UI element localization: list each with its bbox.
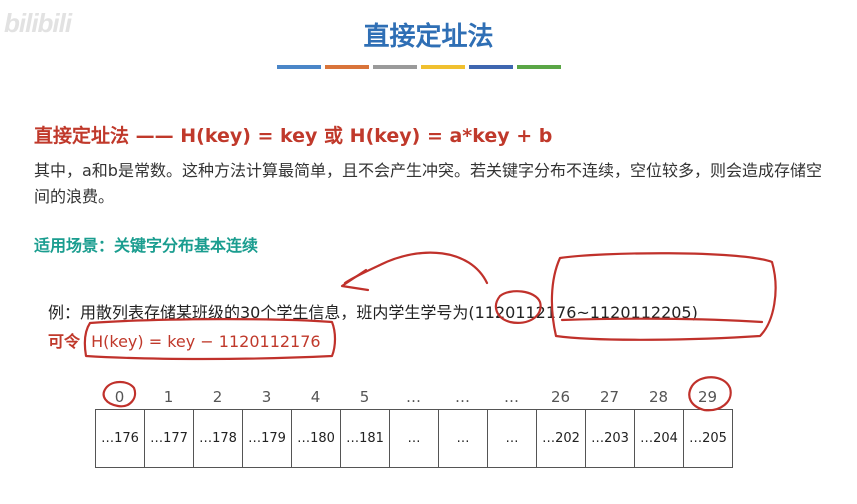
table-cell: …181 xyxy=(341,410,390,467)
table-index: … xyxy=(406,388,421,406)
range-bracket-annotation xyxy=(550,252,777,341)
table-index: 5 xyxy=(359,388,370,406)
method-formula: 直接定址法 —— H(key) = key 或 H(key) = a*key +… xyxy=(34,125,553,147)
table-index: 1 xyxy=(163,388,174,406)
usage-scenario: 适用场景：关键字分布基本连续 xyxy=(34,236,259,255)
divider-segment xyxy=(373,65,417,69)
color-divider xyxy=(277,65,561,69)
table-index: 28 xyxy=(648,388,669,406)
table-index: 27 xyxy=(599,388,620,406)
table-cell: …205 xyxy=(684,410,733,467)
table-index-row: 0 1 2 3 4 5 … … … 26 27 28 29 xyxy=(95,388,732,406)
divider-segment xyxy=(469,65,513,69)
table-cell: …204 xyxy=(635,410,684,467)
arrow-head-annotation xyxy=(340,268,370,292)
let-label: 可令 xyxy=(48,332,81,351)
table-cell: …203 xyxy=(586,410,635,467)
divider-segment xyxy=(421,65,465,69)
table-cell: … xyxy=(390,410,439,467)
arrow-curve-annotation xyxy=(343,251,489,285)
table-index: … xyxy=(504,388,519,406)
table-index: 2 xyxy=(212,388,223,406)
table-cell: …178 xyxy=(194,410,243,467)
method-description: 其中，a和b是常数。这种方法计算最简单，且不会产生冲突。若关键字分布不连续，空位… xyxy=(34,161,822,206)
table-cell: …177 xyxy=(145,410,194,467)
table-cell: … xyxy=(439,410,488,467)
table-cell: …202 xyxy=(537,410,586,467)
table-index: 26 xyxy=(550,388,571,406)
let-formula-line: 可令 H(key) = key − 1120112176 xyxy=(48,328,321,352)
table-index: … xyxy=(455,388,470,406)
slide-title: 直接定址法 xyxy=(363,22,494,52)
divider-segment xyxy=(277,65,321,69)
divider-segment xyxy=(517,65,561,69)
hash-table-row: …176 …177 …178 …179 …180 …181 … … … …202… xyxy=(95,409,733,468)
table-index: 3 xyxy=(261,388,272,406)
let-formula: H(key) = key − 1120112176 xyxy=(91,332,321,351)
table-cell: …180 xyxy=(292,410,341,467)
divider-segment xyxy=(325,65,369,69)
table-cell: … xyxy=(488,410,537,467)
table-index: 29 xyxy=(697,388,718,406)
table-cell: …176 xyxy=(96,410,145,467)
table-index: 4 xyxy=(310,388,321,406)
table-index: 0 xyxy=(114,388,125,406)
table-cell: …179 xyxy=(243,410,292,467)
example-text: 例：用散列表存储某班级的30个学生信息，班内学生学号为(1120112176~1… xyxy=(48,303,698,322)
